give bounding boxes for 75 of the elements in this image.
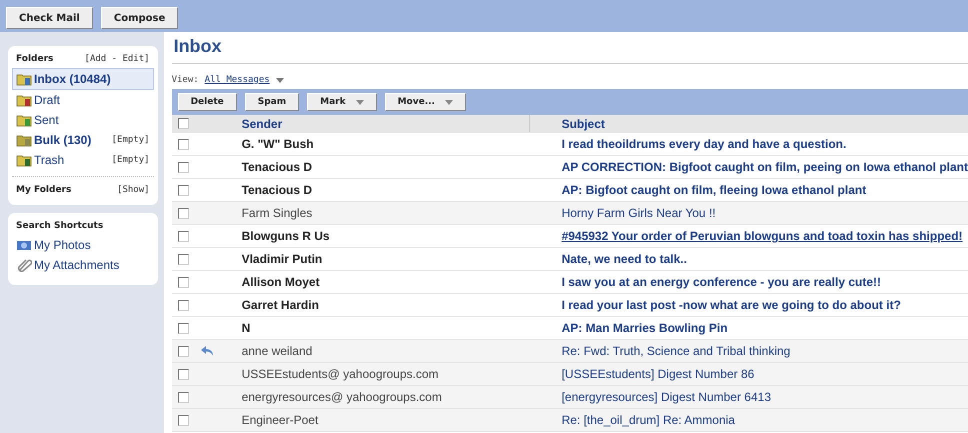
folder-icon <box>16 93 32 107</box>
folder-item[interactable]: Trash [Empty] <box>12 150 154 170</box>
row-checkbox[interactable] <box>178 184 190 196</box>
row-checkbox[interactable] <box>178 368 190 380</box>
sender-cell: energyresources@ yahoogroups.com <box>242 390 442 404</box>
row-checkbox[interactable] <box>178 276 190 288</box>
subject-link[interactable]: AP CORRECTION: Bigfoot caught on film, peeing on Iowa ethanol plant <box>562 160 968 174</box>
subject-link[interactable]: I saw you at an energy conference - you are really cute!! <box>562 275 882 289</box>
sender-cell: Blowguns R Us <box>242 229 330 243</box>
caret-icon <box>444 100 453 104</box>
subject-link[interactable]: [USSEEstudents] Digest Number 86 <box>562 367 754 381</box>
subject-link[interactable]: I read theoildrums every day and have a question. <box>562 137 846 151</box>
caret-icon <box>276 78 284 82</box>
toolbar-button[interactable]: Check Mail <box>6 7 93 29</box>
shortcut-item[interactable]: My Photos <box>12 235 154 255</box>
sender-cell: anne weiland <box>242 344 312 358</box>
sender-cell: Engineer-Poet <box>242 413 318 427</box>
folder-item[interactable]: Inbox (10484) <box>12 68 154 90</box>
row-checkbox[interactable] <box>178 208 190 218</box>
action-button[interactable]: Delete <box>178 93 237 111</box>
subject-link[interactable]: I read your last post -now what are we going to do about it? <box>562 298 901 312</box>
sender-cell: Tenacious D <box>242 160 312 174</box>
subject-link[interactable]: Re: [the_oil_drum] Re: Ammonia <box>562 413 735 427</box>
sender-cell: Garret Hardin <box>242 298 319 312</box>
empty-link[interactable]: [Empty] <box>112 135 150 145</box>
action-button[interactable]: Move... <box>384 93 466 111</box>
subject-link[interactable]: Horny Farm Girls Near You !! <box>562 206 716 220</box>
toolbar-button[interactable]: Compose <box>100 7 178 29</box>
view-dropdown[interactable]: All Messages <box>204 75 270 85</box>
folder-item[interactable]: Draft <box>12 90 154 110</box>
folder-icon <box>16 72 32 86</box>
subject-link[interactable]: #945932 Your order of Peruvian blowguns and toad toxin has shipped! <box>562 229 963 243</box>
subject-link[interactable]: Nate, we need to talk.. <box>562 252 687 266</box>
folder-icon <box>16 153 32 167</box>
sender-cell: USSEEstudents@ yahoogroups.com <box>242 367 439 381</box>
show-link[interactable]: [Show] <box>117 185 150 195</box>
sender-cell: G. "W" Bush <box>242 137 314 151</box>
row-checkbox[interactable] <box>178 230 190 242</box>
add-edit-link[interactable]: [Add - Edit] <box>84 54 150 64</box>
select-all-checkbox[interactable] <box>178 118 190 129</box>
row-checkbox[interactable] <box>178 138 190 150</box>
sender-cell: Farm Singles <box>242 206 312 220</box>
camera-icon <box>16 238 32 252</box>
subject-link[interactable]: AP: Man Marries Bowling Pin <box>562 321 728 335</box>
row-checkbox[interactable] <box>178 254 190 264</box>
column-header[interactable]: Sender <box>242 115 530 132</box>
folder-item[interactable]: Bulk (130) [Empty] <box>12 130 154 150</box>
page-title: Inbox <box>172 32 968 64</box>
column-header[interactable]: Subject <box>530 116 968 130</box>
subject-link[interactable]: Re: Fwd: Truth, Science and Tribal thinking <box>562 344 790 358</box>
folder-icon <box>16 113 32 127</box>
row-checkbox[interactable] <box>178 162 190 172</box>
my-folders-heading: My Folders <box>16 185 72 195</box>
action-button[interactable]: Spam <box>244 93 300 111</box>
sender-cell: N <box>242 321 250 335</box>
view-label: View: <box>172 75 199 85</box>
row-checkbox[interactable] <box>178 300 190 310</box>
folder-item[interactable]: Sent <box>12 110 154 130</box>
row-checkbox[interactable] <box>178 322 190 334</box>
action-button[interactable]: Mark <box>307 93 377 111</box>
paperclip-icon <box>16 258 32 272</box>
subject-link[interactable]: [energyresources] Digest Number 6413 <box>562 390 771 404</box>
subject-link[interactable]: AP: Bigfoot caught on film, fleeing Iowa ethanol plant <box>562 183 866 197</box>
row-checkbox[interactable] <box>178 346 190 356</box>
row-checkbox[interactable] <box>178 414 190 426</box>
folders-heading: Folders <box>16 54 54 64</box>
folder-icon <box>16 133 32 147</box>
shortcut-item[interactable]: My Attachments <box>12 255 154 275</box>
sender-cell: Allison Moyet <box>242 275 320 289</box>
shortcuts-heading: Search Shortcuts <box>16 221 104 231</box>
sender-cell: Tenacious D <box>242 183 312 197</box>
row-checkbox[interactable] <box>178 392 190 402</box>
caret-icon <box>356 100 364 104</box>
empty-link[interactable]: [Empty] <box>112 155 150 165</box>
sender-cell: Vladimir Putin <box>242 252 322 266</box>
